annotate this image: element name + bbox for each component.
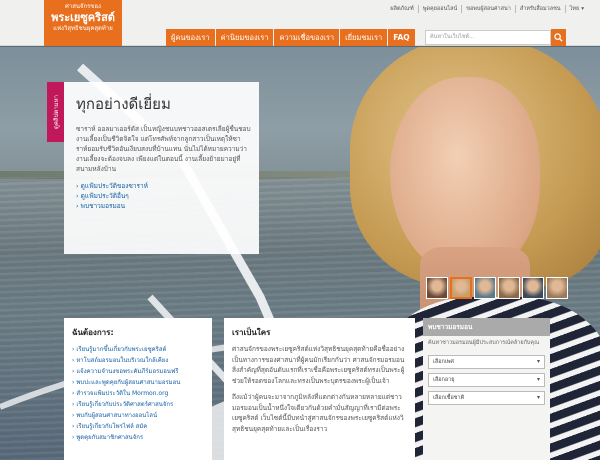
link-meet-mormons[interactable]: พบชาวมอรมอน: [76, 201, 251, 211]
profile-body: ซาราห์ ออลมาเออร์ดัส เป็นหญิงชนบทชาวออสเ…: [76, 125, 251, 173]
language-label: ไทย: [569, 6, 580, 12]
nav-visit-us[interactable]: เยี่ยมชมเรา: [340, 29, 388, 46]
link-free-book[interactable]: แจ้งความจำนงขอพระคัมภีร์มอรมอนฟรี: [72, 366, 204, 377]
meet-mormons-title: พบชาวมอรมอน: [423, 318, 550, 336]
search-button[interactable]: [551, 29, 566, 46]
profile-thumbnail[interactable]: [474, 277, 496, 299]
age-select-value: เลือกอายุ: [433, 377, 455, 383]
language-selector[interactable]: ไทย ▾: [564, 5, 588, 13]
nav-our-beliefs[interactable]: ความเชื่อของเรา: [274, 29, 340, 46]
i-want-to-title: ฉันต้องการ:: [72, 328, 114, 337]
link-press[interactable]: สำหรับสื่อมวลชน: [514, 5, 565, 13]
link-learn-jesus[interactable]: เรียนรู้มากขึ้นเกี่ยวกับพระเยซูคริสต์: [72, 344, 204, 355]
link-meet-missionaries[interactable]: พบปะและพูดคุยกับผู้สอนศาสนามอรมอน: [72, 377, 204, 388]
link-view-other-profiles[interactable]: ดูแฟ้มประวัติอื่นๆ: [76, 191, 251, 201]
nav-our-values[interactable]: ค่านิยมของเรา: [215, 29, 274, 46]
link-church-history[interactable]: เรียนรู้เกี่ยวกับประวัติศาสตร์ศาสนจักร: [72, 399, 204, 410]
meet-mormons-panel: พบชาวมอรมอน ค้นหาชาวมอรมอนผู้มีประสบการณ…: [423, 318, 550, 460]
nav-our-people[interactable]: ผู้คนของเรา: [166, 29, 215, 46]
link-find-church[interactable]: หาโบสถ์มอรมอนในบริเวณใกล้เคียง: [72, 355, 204, 366]
church-logo[interactable]: ศาสนจักรของ พระเยซูคริสต์ แห่งวิสุทธิชนย…: [44, 0, 122, 46]
i-want-to-panel: ฉันต้องการ: เรียนรู้มากขึ้นเกี่ยวกับพระเ…: [64, 318, 212, 460]
chevron-down-icon: ▾: [581, 6, 584, 12]
age-select[interactable]: เลือกอายุ ▾: [428, 373, 545, 387]
watch-video-tab-label: ดูคลิปตามหา: [52, 95, 60, 129]
watch-video-tab[interactable]: ดูคลิปตามหา: [47, 82, 64, 142]
search-icon: [554, 33, 563, 42]
link-chat-missionaries[interactable]: พบกับผู้สอนศาสนาทางออนไลน์: [72, 410, 204, 421]
link-explore-profiles[interactable]: สำรวจแฟ้มประวัติใน Mormon.org: [72, 388, 204, 399]
who-we-are-panel: เราเป็นใคร ศาสนจักรของพระเยซูคริสต์แห่งว…: [224, 318, 415, 460]
profile-thumbnail[interactable]: [522, 277, 544, 299]
who-we-are-paragraph-1: ศาสนจักรของพระเยซูคริสต์แห่งวิสุทธิชนยุค…: [232, 345, 405, 385]
logo-line-2: พระเยซูคริสต์: [51, 11, 115, 24]
chevron-down-icon: ▾: [536, 358, 540, 365]
profile-thumbnail[interactable]: [498, 277, 520, 299]
chevron-down-icon: ▾: [536, 394, 540, 401]
nav-faq[interactable]: FAQ: [388, 29, 415, 46]
link-request-missionaries[interactable]: ขอพบผู้สอนศาสนา: [461, 5, 515, 13]
profile-title: ทุกอย่างดีเยี่ยม: [76, 95, 171, 113]
site-header: ศาสนจักรของ พระเยซูคริสต์ แห่งวิสุทธิชนย…: [0, 0, 600, 46]
who-we-are-paragraph-2: ถึงแม้ว่าผู้คนจะมาจากภูมิหลังที่แตกต่างก…: [232, 393, 404, 433]
who-we-are-title: เราเป็นใคร: [232, 328, 271, 337]
link-products[interactable]: ผลิตภัณฑ์: [386, 5, 417, 13]
link-profile-signup[interactable]: เรียนรู้เกี่ยวกับโพรไฟล์ สมัค: [72, 421, 204, 432]
main-nav: ผู้คนของเรา ค่านิยมของเรา ความเชื่อของเร…: [166, 29, 416, 46]
gender-select[interactable]: เลือกเพศ ▾: [428, 355, 545, 369]
profile-links: ดูแฟ้มประวัติของซาราห์ ดูแฟ้มประวัติอื่น…: [76, 181, 251, 211]
ethnicity-select[interactable]: เลือกเชื้อชาติ ▾: [428, 391, 545, 405]
link-talk-member[interactable]: พูดคุยกับสมาชิกศาสนจักร: [72, 432, 204, 443]
profile-intro-panel: ทุกอย่างดีเยี่ยม ซาราห์ ออลมาเออร์ดัส เป…: [64, 82, 259, 254]
link-chat-online[interactable]: พูดคุยออนไลน์: [417, 5, 461, 13]
utility-links: ผลิตภัณฑ์ พูดคุยออนไลน์ ขอพบผู้สอนศาสนา …: [386, 5, 588, 13]
logo-line-1: ศาสนจักรของ: [65, 3, 101, 10]
ethnicity-select-value: เลือกเชื้อชาติ: [433, 395, 465, 401]
gender-select-value: เลือกเพศ: [433, 359, 454, 365]
profile-thumbnail[interactable]: [450, 277, 472, 299]
meet-mormons-description: ค้นหาชาวมอรมอนผู้มีประสบการณ์คล้ายกับคุณ: [428, 340, 540, 346]
logo-line-3: แห่งวิสุทธิชนยุคสุดท้าย: [53, 25, 113, 32]
profile-thumbnails: [426, 277, 568, 299]
chevron-down-icon: ▾: [536, 376, 540, 383]
link-view-sarah-profile[interactable]: ดูแฟ้มประวัติของซาราห์: [76, 181, 251, 191]
search-input[interactable]: ค้นหาในเว็บไซต์...: [425, 30, 551, 45]
profile-thumbnail[interactable]: [426, 277, 448, 299]
profile-thumbnail[interactable]: [546, 277, 568, 299]
